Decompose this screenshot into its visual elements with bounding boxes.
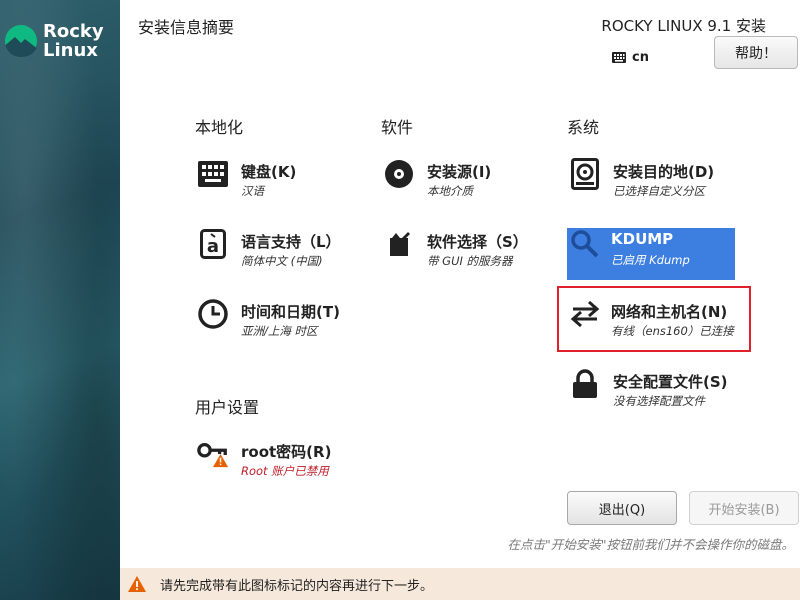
spoke-software-selection[interactable]: 软件选择（S） 带 GUI 的服务器 [383,228,566,286]
spoke-keyboard-title: 键盘(K) [241,163,297,181]
package-icon [383,228,415,260]
spoke-security-title: 安全配置文件(S) [613,373,728,391]
language-icon: a [197,228,229,260]
warning-icon [128,576,146,592]
logo-line1: Rocky [43,21,104,42]
spoke-keyboard-status: 汉语 [241,184,264,198]
category-user-settings: 用户设置 [195,398,260,417]
spoke-security-status: 没有选择配置文件 [613,394,705,408]
spoke-time-date[interactable]: 时间和日期(T) 亚洲/上海 时区 [197,298,380,356]
spoke-destination-title: 安装目的地(D) [613,163,715,181]
spoke-language-title: 语言支持（L） [241,233,341,251]
rocky-logo: Rocky Linux [4,22,104,60]
category-system: 系统 [567,118,600,137]
spoke-software-title: 软件选择（S） [427,233,528,251]
spoke-language[interactable]: a 语言支持（L） 简体中文 (中国) [197,228,380,286]
spoke-software-status: 带 GUI 的服务器 [427,254,513,268]
spoke-network-status: 有线（ens160）已连接 [611,324,734,338]
sidebar: Rocky Linux [0,0,120,600]
svg-text:a: a [207,236,219,257]
logo-line2: Linux [43,40,98,61]
begin-installation-button[interactable]: 开始安装(B) [689,491,799,525]
spoke-source-title: 安装源(I) [427,163,492,181]
category-localization: 本地化 [195,118,244,137]
spoke-source-status: 本地介质 [427,184,473,198]
help-button[interactable]: 帮助！ [714,36,798,69]
main-panel: 安装信息摘要 ROCKY LINUX 9.1 安装 cn 帮助！ 本地化 软件 … [120,0,800,568]
page-title: 安装信息摘要 [138,18,235,37]
spoke-time-status: 亚洲/上海 时区 [241,324,318,338]
spoke-destination-status: 已选择自定义分区 [613,184,705,198]
search-icon [569,228,601,260]
spoke-kdump[interactable]: KDUMP 已启用 Kdump [567,228,735,280]
spoke-kdump-status: 已启用 Kdump [611,253,690,267]
lock-icon [569,368,601,400]
spoke-time-title: 时间和日期(T) [241,303,340,321]
warning-bar: 请先完成带有此图标标记的内容再进行下一步。 [120,568,800,600]
spoke-keyboard[interactable]: 键盘(K) 汉语 [197,158,380,216]
disk-safety-note: 在点击"开始安装"按钮前我们并不会操作你的磁盘。 [507,537,794,552]
spoke-install-source[interactable]: 安装源(I) 本地介质 [383,158,566,216]
spoke-install-destination[interactable]: 安装目的地(D) 已选择自定义分区 [569,158,752,216]
quit-button[interactable]: 退出(Q) [567,491,677,525]
keyboard-icon [197,158,229,190]
spoke-root-title: root密码(R) [241,443,332,461]
category-software: 软件 [381,118,414,137]
rocky-logo-icon [5,25,37,57]
disc-icon [383,158,415,190]
spoke-security-profile[interactable]: 安全配置文件(S) 没有选择配置文件 [569,368,752,426]
spoke-language-status: 简体中文 (中国) [241,254,323,268]
spoke-root-password[interactable]: root密码(R) Root 账户已禁用 [197,438,380,496]
warning-text: 请先完成带有此图标标记的内容再进行下一步。 [160,578,434,594]
product-title: ROCKY LINUX 9.1 安装 [601,17,766,35]
keyboard-layout-value: cn [632,49,649,65]
spoke-kdump-title: KDUMP [611,230,674,248]
keyboard-small-icon [612,51,626,63]
spoke-root-status: Root 账户已禁用 [241,464,329,478]
spoke-network-hostname[interactable]: 网络和主机名(N) 有线（ens160）已连接 [557,286,751,352]
harddisk-icon [569,158,601,190]
clock-icon [197,298,229,330]
network-arrows-icon [569,298,601,330]
spoke-network-title: 网络和主机名(N) [611,303,728,321]
key-warning-icon [197,438,229,470]
